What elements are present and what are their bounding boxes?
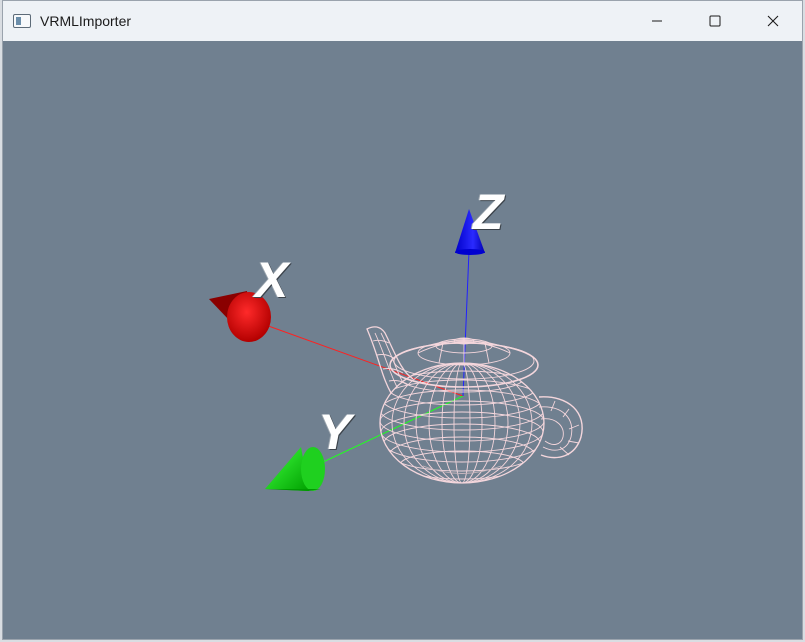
x-axis-label: X xyxy=(255,252,289,308)
maximize-icon xyxy=(709,15,721,27)
minimize-button[interactable] xyxy=(628,1,686,41)
minimize-icon xyxy=(652,20,662,22)
z-axis xyxy=(462,250,470,397)
y-axis-label: Y xyxy=(318,404,352,460)
scene-canvas xyxy=(209,209,583,491)
close-button[interactable] xyxy=(744,1,802,41)
maximize-button[interactable] xyxy=(686,1,744,41)
teapot-wireframe xyxy=(366,326,583,484)
z-axis-label: Z xyxy=(473,184,504,240)
y-axis-arrow xyxy=(265,447,325,491)
application-window-icon xyxy=(13,14,31,28)
title-bar[interactable]: VRMLImporter xyxy=(3,1,802,41)
app-window: VRMLImporter X Y Z xyxy=(2,0,803,640)
window-title: VRMLImporter xyxy=(40,13,132,29)
render-viewport[interactable]: X Y Z xyxy=(3,41,802,639)
close-icon xyxy=(767,15,779,27)
